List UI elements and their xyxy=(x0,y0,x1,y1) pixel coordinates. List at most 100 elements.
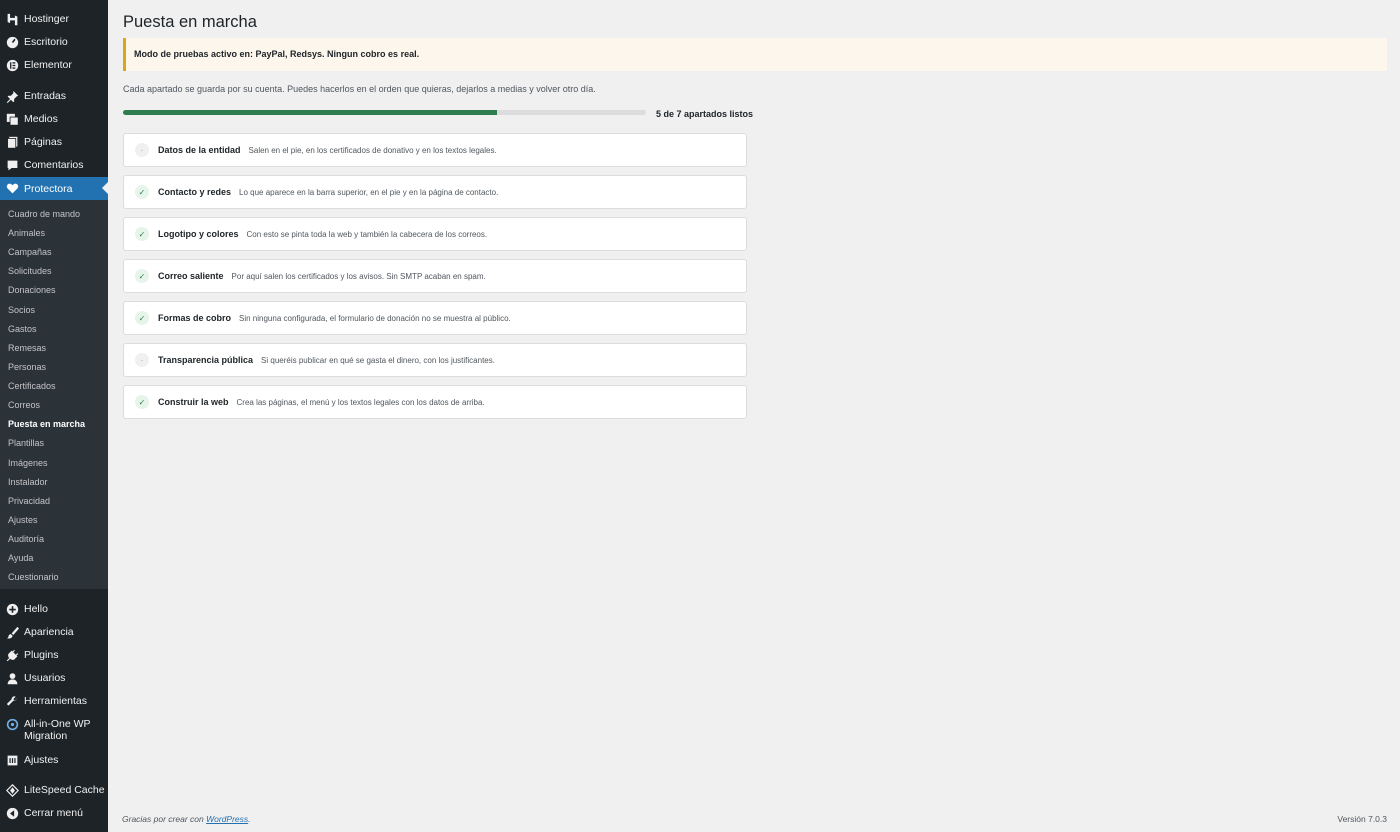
pages-icon xyxy=(0,136,24,149)
submenu-item[interactable]: Cuestionario xyxy=(8,572,59,582)
elementor-icon xyxy=(0,59,24,72)
submenu-item[interactable]: Imágenes xyxy=(8,458,48,468)
footer-thanks: Gracias por crear con WordPress. xyxy=(122,814,251,824)
section-description: Con esto se pinta toda la web y también … xyxy=(246,229,488,239)
submenu-item-current[interactable]: Puesta en marcha xyxy=(8,419,85,429)
section-card[interactable]: · Datos de la entidad Salen en el pie, en … xyxy=(123,133,747,167)
section-description: Si queréis publicar en qué se gasta el d… xyxy=(261,355,495,365)
submenu-item[interactable]: Cuadro de mando xyxy=(8,209,80,219)
section-title: Formas de cobro xyxy=(158,313,232,323)
menu-label: Elementor xyxy=(24,59,72,71)
menu-label: Páginas xyxy=(24,136,62,148)
submenu-item[interactable]: Donaciones xyxy=(8,285,56,295)
section-card[interactable]: ✓ Formas de cobro Sin ninguna configurada,… xyxy=(123,301,747,335)
progress-fill xyxy=(123,110,497,115)
collapse-icon xyxy=(0,807,24,820)
section-description: Sin ninguna configurada, el formulario d… xyxy=(239,313,511,323)
menu-item-elementor[interactable]: Elementor xyxy=(0,54,108,76)
collapse-menu-button[interactable]: Cerrar menú xyxy=(0,802,108,824)
menu-label: Apariencia xyxy=(24,626,74,638)
section-description: Salen en el pie, en los certificados de … xyxy=(248,145,497,155)
menu-label-line1: All-in-One WP xyxy=(24,718,91,730)
page-title: Puesta en marcha xyxy=(123,13,257,31)
section-card[interactable]: ✓ Construir la web Crea las páginas, el me… xyxy=(123,385,747,419)
progress-text: 5 de 7 apartados listos xyxy=(656,109,754,119)
submenu-item[interactable]: Instalador xyxy=(8,477,48,487)
submenu-item[interactable]: Campañas xyxy=(8,247,52,257)
menu-label: LiteSpeed Cache xyxy=(24,784,105,796)
plug-icon xyxy=(0,649,24,662)
menu-label: Herramientas xyxy=(24,695,88,707)
submenu-item[interactable]: Plantillas xyxy=(8,438,44,448)
menu-item-herramientas[interactable]: Herramientas xyxy=(0,690,108,712)
menu-item-apariencia[interactable]: Apariencia xyxy=(0,621,108,643)
menu-label: Entradas xyxy=(24,90,67,102)
submenu-item[interactable]: Certificados xyxy=(8,381,56,391)
submenu-item[interactable]: Remesas xyxy=(8,343,46,353)
section-card[interactable]: ✓ Logotipo y colores Con esto se pinta tod… xyxy=(123,217,747,251)
comments-icon xyxy=(0,159,24,172)
pin-icon xyxy=(0,90,24,103)
progress-bar xyxy=(123,110,646,115)
submenu-item[interactable]: Gastos xyxy=(8,324,37,334)
brush-icon xyxy=(0,626,24,639)
section-title: Logotipo y colores xyxy=(158,229,239,239)
submenu-background xyxy=(0,200,108,589)
check-icon: ✓ xyxy=(135,227,149,241)
section-title: Datos de la entidad xyxy=(158,145,241,155)
check-icon: ✓ xyxy=(135,269,149,283)
check-icon: ✓ xyxy=(135,311,149,325)
intro-text: Cada apartado se guarda por su cuenta. P… xyxy=(123,84,596,94)
submenu-item[interactable]: Animales xyxy=(8,228,45,238)
section-card[interactable]: · Transparencia pública Si queréis publica… xyxy=(123,343,747,377)
section-title: Transparencia pública xyxy=(158,355,254,365)
submenu-item[interactable]: Ajustes xyxy=(8,515,38,525)
menu-item-escritorio[interactable]: Escritorio xyxy=(0,31,108,53)
menu-item-entradas[interactable]: Entradas xyxy=(0,85,108,107)
submenu-item[interactable]: Personas xyxy=(8,362,46,372)
plus-circle-icon xyxy=(0,603,24,616)
section-card[interactable]: ✓ Contacto y redes Lo que aparece en la ba… xyxy=(123,175,747,209)
menu-item-litespeed[interactable]: LiteSpeed Cache xyxy=(0,779,108,801)
section-card[interactable]: ✓ Correo saliente Por aquí salen los certi… xyxy=(123,259,747,293)
footer-thanks-suffix: . xyxy=(248,814,251,824)
section-title: Correo saliente xyxy=(158,271,224,281)
menu-label: Escritorio xyxy=(24,36,68,48)
dashboard-icon xyxy=(0,36,24,49)
section-title: Contacto y redes xyxy=(158,187,232,197)
footer-version: Versión 7.0.3 xyxy=(1337,814,1387,824)
menu-label: Plugins xyxy=(24,649,59,661)
menu-item-plugins[interactable]: Plugins xyxy=(0,644,108,666)
migration-icon xyxy=(0,718,24,731)
check-icon: ✓ xyxy=(135,395,149,409)
check-icon: ✓ xyxy=(135,185,149,199)
pending-dot-icon: · xyxy=(135,143,149,157)
media-icon xyxy=(0,113,24,126)
submenu-item[interactable]: Privacidad xyxy=(8,496,50,506)
menu-label: All-in-One WP Migration xyxy=(24,718,91,742)
section-description: Por aquí salen los certificados y los av… xyxy=(231,271,486,281)
menu-item-ajustes[interactable]: Ajustes xyxy=(0,749,108,771)
submenu-item[interactable]: Auditoría xyxy=(8,534,44,544)
section-description: Lo que aparece en la barra superior, en … xyxy=(239,187,499,197)
settings-icon xyxy=(0,754,24,767)
menu-item-protectora[interactable]: Protectora xyxy=(0,177,108,200)
litespeed-icon xyxy=(0,783,24,797)
wrench-icon xyxy=(0,695,24,708)
menu-item-hello[interactable]: Hello xyxy=(0,598,108,620)
menu-item-comentarios[interactable]: Comentarios xyxy=(0,154,108,176)
submenu-item[interactable]: Correos xyxy=(8,400,40,410)
menu-item-medios[interactable]: Medios xyxy=(0,108,108,130)
menu-item-paginas[interactable]: Páginas xyxy=(0,131,108,153)
menu-item-all-in-one-migration[interactable]: All-in-One WP Migration xyxy=(0,718,108,744)
main-content: Puesta en marcha Modo de pruebas activo … xyxy=(108,0,1400,832)
test-mode-notice: Modo de pruebas activo en: PayPal, Redsy… xyxy=(123,38,1387,71)
menu-item-hostinger[interactable]: Hostinger xyxy=(0,8,108,30)
submenu-item[interactable]: Solicitudes xyxy=(8,266,52,276)
admin-sidebar: Hostinger Escritorio Elementor Entradas … xyxy=(0,0,108,832)
wordpress-link[interactable]: WordPress xyxy=(206,814,248,824)
user-icon xyxy=(0,672,24,685)
menu-item-usuarios[interactable]: Usuarios xyxy=(0,667,108,689)
submenu-item[interactable]: Socios xyxy=(8,305,35,315)
submenu-item[interactable]: Ayuda xyxy=(8,553,33,563)
